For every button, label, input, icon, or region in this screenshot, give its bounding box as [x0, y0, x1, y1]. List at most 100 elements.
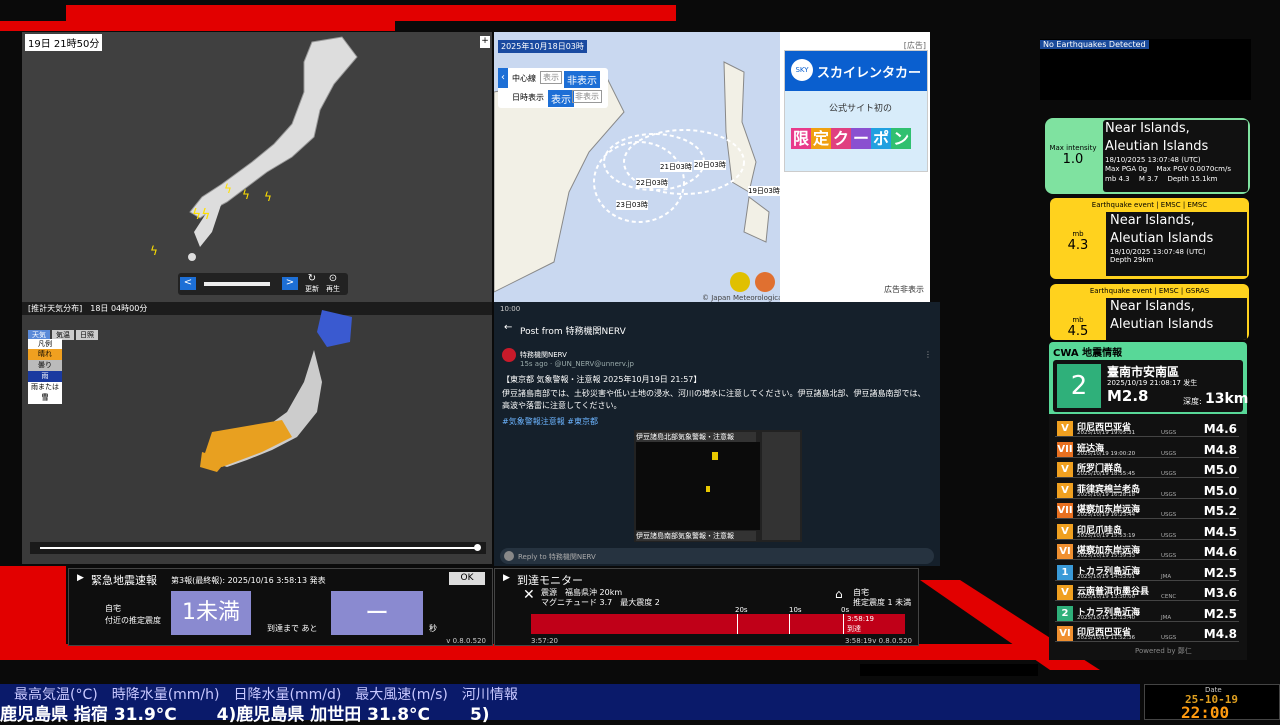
book-icon[interactable]	[755, 272, 776, 292]
status-badge: No Earthquakes Detected	[1040, 40, 1149, 49]
quake-time: 2025/10/19 18:55:45	[1077, 471, 1136, 477]
cwa-latest: 2 臺南市安南區 2025/10/19 21:08:17 发生 M2.8 深度:…	[1053, 360, 1248, 412]
quake-list-item[interactable]: 1 トカラ列島近海 2025/10/19 14:33:01 JMA M2.5	[1055, 564, 1239, 581]
lightning-marker: ϟϟ	[192, 207, 211, 223]
forecast-timeline[interactable]	[30, 542, 486, 554]
quake-time: 2025/10/19 14:33:01	[1077, 573, 1136, 580]
lightning-marker: ϟ	[264, 190, 272, 204]
tweet-username[interactable]: 特務機関NERV	[520, 350, 567, 360]
black-stripe	[860, 664, 1038, 676]
back-arrow-icon[interactable]: ←	[504, 322, 512, 333]
intensity-box: Max intensity 1.0	[1049, 144, 1097, 167]
home-icon: ⌂	[835, 587, 843, 601]
play-button[interactable]: ⊙ 再生	[324, 273, 342, 294]
forecast-map[interactable]: [推計天気分布] 18日 04時00分 天気 気温 日照 凡例 晴れ 曇り 雨 雨ま…	[22, 302, 492, 564]
quake-magnitude: M4.8	[1203, 442, 1237, 457]
update-button[interactable]: ↻ 更新	[304, 273, 320, 294]
quake-magnitude: M5.0	[1203, 463, 1237, 477]
intensity-badge: V	[1057, 462, 1073, 477]
quake-list-item[interactable]: VI 印尼西巴亚省 2025/10/19 11:52:36 USGS M4.8	[1055, 625, 1239, 642]
reply-box[interactable]: Reply to 特務機関NERV	[500, 548, 934, 564]
island-marker	[706, 486, 710, 492]
typhoon-controls: ‹ 中心線 表示 非表示 日時表示 表示 非表示	[498, 68, 608, 108]
quake-magnitude: M4.6	[1203, 422, 1237, 436]
tweet-panel: 10:00 ← Post from 特務機関NERV 特務機関NERV 15s …	[494, 302, 940, 566]
quake-magnitude: M4.5	[1203, 524, 1237, 539]
time-show-button[interactable]: 表示	[548, 90, 574, 107]
quake-magnitude: M3.6	[1203, 586, 1237, 600]
ticker-text: 鹿児島県 指宿 31.9°C 4)鹿児島県 加世田 31.8°C 5)	[0, 705, 490, 725]
playback-bar: < > ↻ 更新 ⊙ 再生	[178, 273, 348, 295]
island-map	[636, 442, 760, 530]
time-hide-button[interactable]: 非表示	[572, 90, 602, 103]
quake-source: JMA	[1161, 614, 1172, 621]
quake-source: USGS	[1161, 553, 1177, 559]
tweet-handle: 15s ago · @UN_NERV@unnerv.jp	[520, 360, 634, 368]
reply-avatar	[504, 551, 514, 561]
legend-icon[interactable]	[730, 272, 750, 292]
forecast-japan-map	[200, 310, 352, 472]
time-slider[interactable]	[204, 282, 270, 286]
intensity-badge: VII	[1057, 441, 1073, 457]
quake-source: USGS	[1161, 512, 1177, 518]
center-line-show-button[interactable]: 表示	[540, 71, 562, 84]
quake-list-item[interactable]: V 所罗门群岛 2025/10/19 18:55:45 USGS M5.0	[1055, 461, 1239, 478]
quake-source: JMA	[1161, 573, 1172, 580]
epicenter-icon: ✕	[523, 587, 535, 603]
quake-time: 2025/10/19 19:00:20	[1077, 450, 1136, 457]
ok-button[interactable]: OK	[449, 572, 485, 585]
emsc-event-card: Earthquake event | EMSC | GSRAS mb 4.5 N…	[1050, 284, 1249, 340]
quake-list-item[interactable]: V 印尼爪哇岛 2025/10/19 15:53:19 USGS M4.5	[1055, 523, 1239, 540]
quake-list-item[interactable]: V 印尼西巴亚省 2025/10/19 19:05:31 USGS M4.6	[1055, 420, 1239, 437]
arrival-bar: 3:58:19 到達	[531, 614, 905, 634]
quake-list-item[interactable]: VI 堪察加东岸远海 2025/10/19 15:39:33 USGS M4.6	[1055, 543, 1239, 560]
zoom-in-button[interactable]: +	[480, 36, 490, 48]
collapse-controls-button[interactable]: ‹	[498, 68, 508, 88]
quake-list-item[interactable]: 2 トカラ列島近海 2025/10/19 12:13:40 JMA M2.5	[1055, 605, 1239, 622]
quake-time: 2025/10/19 12:13:40	[1077, 614, 1136, 621]
refresh-icon: ↻	[307, 273, 317, 284]
ad-header: SKY スカイレンタカー	[785, 51, 927, 91]
tweet-hashtags[interactable]: #気象警報注意報 #東京都	[502, 416, 598, 427]
emsc-place: Near Islands, Aleutian Islands	[1105, 121, 1209, 154]
avatar[interactable]	[502, 348, 516, 362]
quake-monitor: No Earthquakes Detected	[1040, 39, 1251, 100]
quake-magnitude: M2.5	[1203, 565, 1237, 580]
quake-source: CENC	[1161, 594, 1177, 600]
quake-list-item[interactable]: VII 堪察加东岸远海 2025/10/19 16:23:44 USGS M5.2	[1055, 502, 1239, 519]
more-options-icon[interactable]: ⋮	[924, 350, 932, 359]
intensity-badge: VI	[1057, 626, 1073, 641]
lightning-marker: ϟ	[242, 188, 250, 202]
typhoon-map[interactable]: 2025年10月18日03時 ‹ 中心線 表示 非表示 日時表示 表示 非表示 …	[494, 32, 930, 302]
quake-magnitude: M5.2	[1203, 504, 1237, 518]
quake-list-item[interactable]: VII 班达海 2025/10/19 19:00:20 USGS M4.8	[1055, 441, 1239, 458]
hide-ad-button[interactable]: 広告非表示	[884, 284, 924, 295]
timeline-thumb[interactable]	[474, 544, 481, 551]
lightning-marker: ϟ	[224, 182, 232, 196]
quake-list-item[interactable]: V 菲律宾棉兰老岛 2025/10/19 16:28:18 USGS M5.0	[1055, 482, 1239, 499]
quake-source: USGS	[1161, 471, 1177, 477]
intensity-badge: 2	[1057, 605, 1073, 621]
quake-source: USGS	[1161, 491, 1177, 498]
center-line-hide-button[interactable]: 非表示	[564, 71, 600, 88]
sky-logo-icon: SKY	[791, 59, 813, 81]
coupon-label: 限定クーポン	[791, 128, 912, 149]
monitor-triangle-icon: ▶	[503, 573, 510, 583]
map-tool-icons[interactable]	[730, 272, 776, 292]
quake-list-item[interactable]: V 云南普洱市墨谷县 2025/10/19 13:30:00 CENC M3.6	[1055, 584, 1239, 601]
ad-banner[interactable]: SKY スカイレンタカー 公式サイト初の 限定クーポン	[784, 50, 928, 172]
quake-source: USGS	[1161, 635, 1177, 641]
quake-magnitude: M4.8	[1203, 627, 1237, 641]
quake-time: 2025/10/19 15:53:19	[1077, 532, 1136, 539]
tweet-image[interactable]: 伊豆諸島北部気象警報・注意報 伊豆諸島南部気象警報・注意報	[634, 430, 802, 542]
next-button[interactable]: >	[282, 277, 298, 290]
arrival-seconds: ー	[331, 591, 423, 635]
lightning-map[interactable]: 19日 21時50分 + ϟ ϟ ϟ ϟϟ ϟ < > ↻ 更新 ⊙ 再生	[22, 32, 492, 302]
lightning-marker: ϟ	[150, 244, 158, 258]
quake-magnitude: M4.6	[1203, 545, 1237, 559]
quake-time: 2025/10/19 15:39:33	[1077, 553, 1136, 559]
intensity-badge: VII	[1057, 503, 1073, 518]
quake-source: USGS	[1161, 532, 1177, 539]
prev-button[interactable]: <	[180, 277, 196, 290]
emsc-intensity-card: Max intensity 1.0 Near Islands, Aleutian…	[1045, 118, 1250, 194]
